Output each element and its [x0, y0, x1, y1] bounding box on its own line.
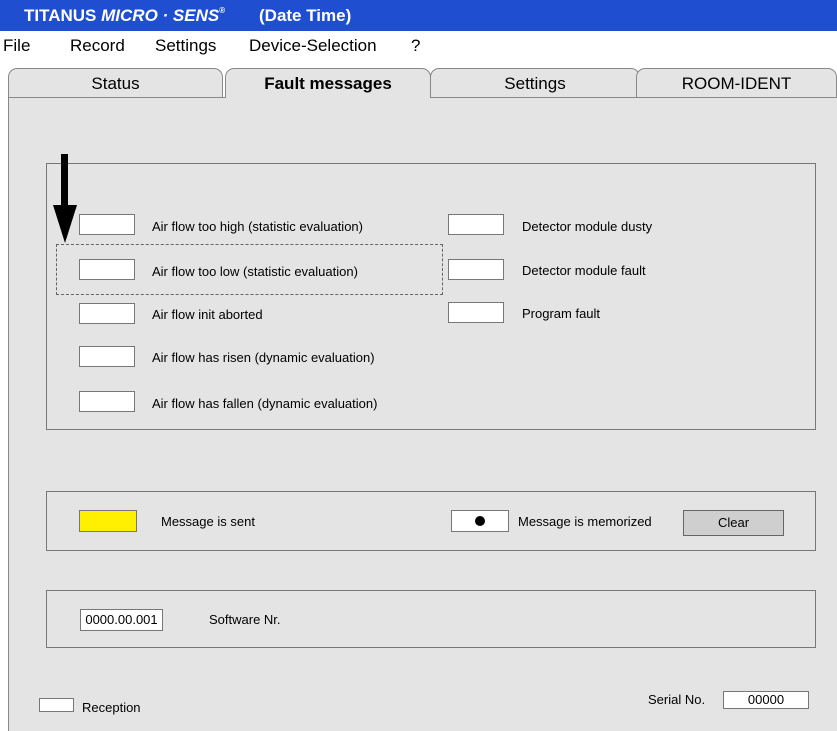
- fault-indicator: [79, 391, 135, 412]
- menu-record[interactable]: Record: [70, 36, 125, 56]
- tab-strip: Status Fault messages Settings ROOM-IDEN…: [0, 68, 837, 98]
- fault-indicator: [448, 214, 504, 235]
- reception-indicator: [39, 698, 74, 712]
- serial-number-label: Serial No.: [648, 692, 706, 707]
- menu-device-selection[interactable]: Device-Selection: [249, 36, 377, 56]
- message-memorized-label: Message is memorized: [518, 514, 652, 529]
- fault-label: Air flow has fallen (dynamic evaluation): [152, 396, 378, 411]
- fault-label: Detector module fault: [522, 263, 646, 278]
- tab-fault-messages[interactable]: Fault messages: [225, 68, 431, 98]
- fault-indicator: [448, 259, 504, 280]
- fault-label: Air flow init aborted: [152, 307, 263, 322]
- title-bar: TITANUS MICRO · SENS® (Date Time): [0, 0, 837, 31]
- fault-indicator: [79, 303, 135, 324]
- fault-indicator: [79, 259, 135, 280]
- reception-label: Reception: [82, 700, 141, 715]
- fault-label: Program fault: [522, 306, 601, 321]
- software-number-field: 0000.00.001: [80, 609, 163, 631]
- fault-label: Detector module dusty: [522, 219, 653, 234]
- message-memorized-indicator: [451, 510, 509, 532]
- menu-file[interactable]: File: [3, 36, 30, 56]
- menu-help[interactable]: ?: [411, 36, 420, 56]
- fault-label: Air flow too high (statistic evaluation): [152, 219, 363, 234]
- fault-indicator: [79, 214, 135, 235]
- message-sent-indicator: [79, 510, 137, 532]
- memorized-dot-icon: [475, 516, 485, 526]
- pointer-arrow-head-icon: [53, 205, 77, 243]
- software-number-label: Software Nr.: [209, 612, 281, 627]
- fault-group: [46, 163, 816, 430]
- tab-status[interactable]: Status: [8, 68, 223, 97]
- fault-indicator: [79, 346, 135, 367]
- clear-button[interactable]: Clear: [683, 510, 784, 536]
- date-time-title: (Date Time): [259, 6, 352, 25]
- serial-number-field: 00000: [723, 691, 809, 709]
- tab-settings[interactable]: Settings: [430, 68, 640, 97]
- fault-indicator: [448, 302, 504, 323]
- fault-label: Air flow too low (statistic evaluation): [152, 264, 358, 279]
- menu-settings[interactable]: Settings: [155, 36, 216, 56]
- tab-room-ident[interactable]: ROOM-IDENT: [636, 68, 837, 97]
- message-sent-label: Message is sent: [161, 514, 255, 529]
- fault-label: Air flow has risen (dynamic evaluation): [152, 350, 375, 365]
- pointer-arrow-icon: [61, 154, 68, 206]
- app-title: TITANUS MICRO · SENS®: [24, 6, 226, 25]
- menu-bar: File Record Settings Device-Selection ?: [0, 31, 837, 59]
